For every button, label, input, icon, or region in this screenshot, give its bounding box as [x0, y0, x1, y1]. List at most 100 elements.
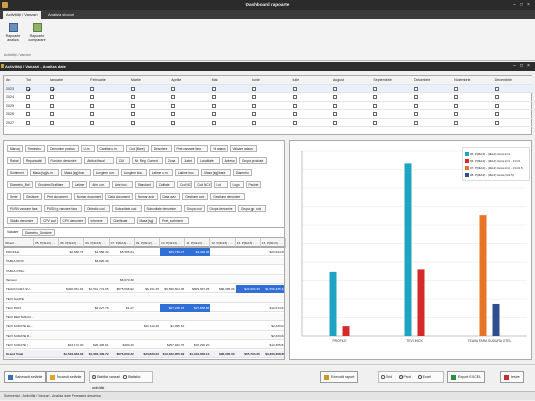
- table-row[interactable]: TEVI SUDATE R... $2,333.63: [4, 331, 284, 340]
- table-cell[interactable]: $1,606,409.72: [84, 350, 109, 358]
- field-chip[interactable]: Pret_sortiment: [159, 217, 189, 224]
- table-cell[interactable]: [110, 267, 135, 275]
- table-cell[interactable]: [34, 248, 59, 256]
- month-checkbox[interactable]: [494, 95, 499, 99]
- field-chip[interactable]: Cod NCX: [194, 181, 212, 188]
- field-chip[interactable]: Serie: [7, 193, 21, 200]
- table-cell[interactable]: [59, 276, 84, 284]
- field-chip[interactable]: % adaos: [210, 145, 228, 152]
- table-cell[interactable]: $20,903.33: [235, 285, 261, 294]
- field-chip[interactable]: Trimestru: [24, 145, 46, 152]
- table-cell[interactable]: [110, 295, 135, 303]
- table-cell[interactable]: [185, 257, 210, 265]
- month-checkbox[interactable]: [494, 86, 499, 91]
- field-chip[interactable]: PUSN g vanzare fara: [43, 205, 82, 212]
- month-checkbox[interactable]: [292, 120, 297, 125]
- month-checkbox[interactable]: [211, 95, 216, 99]
- month-checkbox[interactable]: [252, 120, 257, 125]
- sub-close-icon[interactable]: ×: [527, 63, 530, 69]
- field-chip[interactable]: Masa [kg]: [136, 217, 158, 224]
- table-cell[interactable]: [110, 313, 135, 321]
- month-checkbox[interactable]: [26, 112, 30, 116]
- table-cell[interactable]: [160, 295, 185, 303]
- table-cell[interactable]: [210, 341, 235, 349]
- field-chip[interactable]: Intrerere: [87, 217, 109, 224]
- table-cell[interactable]: [236, 332, 261, 340]
- field-chip[interactable]: Grupa cod: [183, 205, 205, 212]
- execute-report-button[interactable]: Execută raport: [320, 371, 359, 383]
- minimize-icon[interactable]: –: [513, 2, 516, 8]
- month-checkbox[interactable]: [332, 120, 337, 125]
- table-cell[interactable]: $13,032,055.09: [160, 350, 185, 358]
- month-checkbox[interactable]: [50, 112, 54, 116]
- sub-minimize-icon[interactable]: –: [513, 63, 516, 69]
- month-checkbox[interactable]: [494, 120, 499, 125]
- month-checkbox[interactable]: [373, 120, 378, 125]
- table-cell[interactable]: [59, 313, 84, 321]
- table-cell[interactable]: $4,436.06: [185, 248, 211, 257]
- table-cell[interactable]: $12,365.84: [261, 341, 285, 349]
- table-cell[interactable]: [261, 257, 284, 265]
- month-checkbox[interactable]: [332, 112, 337, 116]
- field-chip[interactable]: Subunitate denumire: [143, 205, 182, 212]
- table-cell[interactable]: [261, 267, 284, 275]
- table-cell[interactable]: [210, 248, 235, 256]
- table-cell[interactable]: [84, 313, 109, 321]
- field-chip[interactable]: Gestiune: [23, 193, 42, 200]
- table-cell[interactable]: $2,227.76: [84, 304, 109, 312]
- grand-total-row[interactable]: Grand Total $1,523,333.03 $1,606,409.72 $67…: [4, 350, 284, 359]
- table-cell[interactable]: $20,406.61: [84, 341, 109, 349]
- table-cell[interactable]: $1,523,333.03: [59, 350, 84, 358]
- field-chip[interactable]: Lungime buc.: [120, 169, 147, 176]
- table-cell[interactable]: [160, 267, 185, 275]
- table-cell[interactable]: $6,566,604.35: [160, 285, 185, 293]
- month-checkbox[interactable]: [171, 95, 176, 99]
- table-cell[interactable]: $1.07: [110, 304, 135, 312]
- month-checkbox[interactable]: [454, 86, 459, 91]
- month-checkbox[interactable]: [252, 86, 257, 91]
- table-row[interactable]: TABLA INOX $3,820.40: [4, 257, 284, 266]
- table-cell[interactable]: [34, 295, 59, 303]
- field-chip[interactable]: Data aviz: [159, 193, 181, 200]
- field-chip[interactable]: CPV denumire: [59, 217, 86, 224]
- table-cell[interactable]: $496,351.02: [59, 285, 84, 293]
- month-checkbox[interactable]: [171, 112, 176, 116]
- table-cell[interactable]: [34, 313, 59, 321]
- table-cell[interactable]: [59, 257, 84, 265]
- table-cell[interactable]: [84, 332, 109, 340]
- field-chip[interactable]: Reponsabil: [23, 157, 46, 164]
- month-checkbox[interactable]: [130, 120, 135, 125]
- month-checkbox[interactable]: [211, 103, 216, 108]
- field-chip[interactable]: Rabat: [7, 157, 21, 164]
- table-cell[interactable]: $15,296.20: [185, 341, 210, 349]
- table-cell[interactable]: [185, 313, 210, 321]
- table-cell[interactable]: $23,172.40: [59, 341, 84, 349]
- month-checkbox[interactable]: [413, 86, 418, 91]
- table-cell[interactable]: $20,833.23: [135, 350, 160, 358]
- month-checkbox[interactable]: [413, 95, 418, 99]
- table-cell[interactable]: [236, 322, 261, 330]
- table-row[interactable]: TEVI RECTANGU...: [4, 313, 284, 322]
- table-cell[interactable]: [34, 304, 59, 312]
- field-chip[interactable]: Cod NC: [176, 181, 193, 188]
- table-cell[interactable]: [59, 304, 84, 312]
- field-chip[interactable]: Atribut fiscal: [84, 157, 114, 164]
- table-cell[interactable]: $1,559,335.33: [260, 285, 284, 294]
- table-cell[interactable]: [261, 276, 284, 284]
- field-chip[interactable]: Localitate: [197, 157, 220, 164]
- values-chip[interactable]: Diametru_Grosime: [22, 229, 55, 236]
- rapoarte-comparare-button[interactable]: Rapoarte comparare: [26, 23, 48, 51]
- table-cell[interactable]: $6,191.25: [135, 285, 160, 293]
- month-checkbox[interactable]: [454, 95, 459, 99]
- table-cell[interactable]: $2,586.76: [59, 248, 84, 256]
- field-chip[interactable]: Subunitate cod: [112, 205, 142, 212]
- field-chip[interactable]: Logo: [229, 181, 244, 188]
- table-cell[interactable]: $3,263,368.86: [261, 350, 284, 358]
- field-chip[interactable]: Adresa: [221, 157, 237, 164]
- table-cell[interactable]: [236, 257, 261, 265]
- month-checkbox[interactable]: [454, 112, 459, 116]
- pivot-radio[interactable]: [398, 375, 403, 379]
- field-chip[interactable]: Marcaj: [7, 145, 23, 152]
- month-checkbox[interactable]: [90, 86, 95, 91]
- table-cell[interactable]: [34, 322, 59, 330]
